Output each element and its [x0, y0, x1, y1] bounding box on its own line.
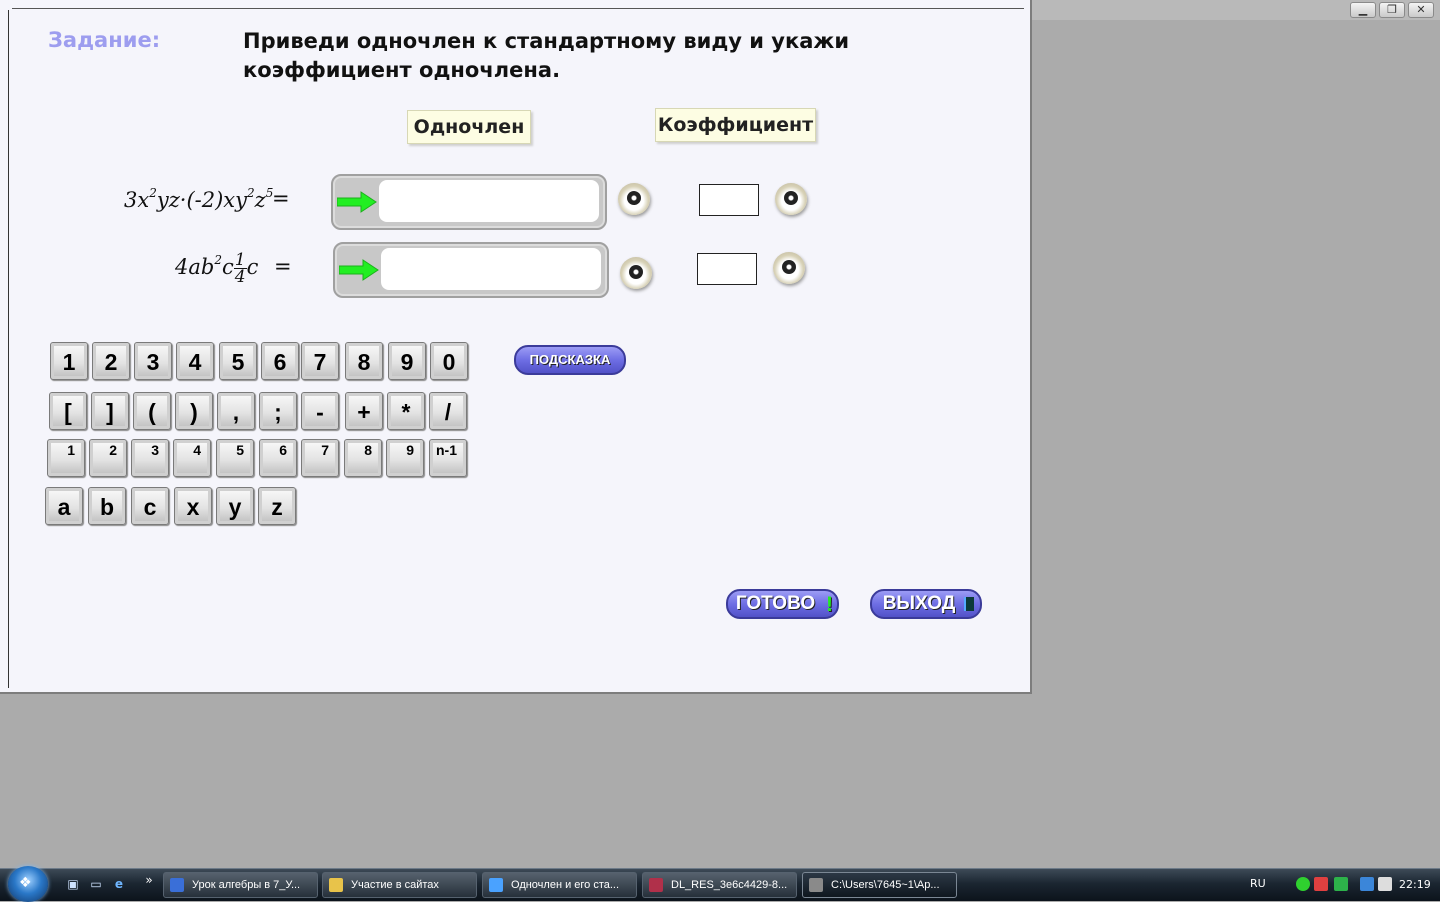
task-label: Задание:: [48, 28, 161, 52]
folder-icon: [329, 878, 343, 892]
taskbar-item-label: Участие в сайтах: [351, 879, 439, 891]
key-letter-6[interactable]: z: [258, 487, 296, 525]
key-power-7[interactable]: 7: [301, 439, 339, 477]
answer-field-frame-1: [331, 174, 607, 230]
taskbar-item-label: DL_RES_3e6c4429-8...: [671, 879, 788, 891]
monomial-header: Одночлен: [407, 110, 531, 144]
key-power-6[interactable]: 6: [259, 439, 297, 477]
check-eye-icon-1[interactable]: [618, 183, 650, 215]
coefficient-input-2[interactable]: [697, 253, 757, 285]
language-indicator[interactable]: RU: [1250, 877, 1266, 890]
key-power-10[interactable]: n-1: [429, 439, 467, 477]
coefficient-check-eye-icon-1[interactable]: [775, 183, 807, 215]
start-button[interactable]: ❖: [8, 866, 48, 902]
minimize-button[interactable]: ▁: [1350, 2, 1376, 18]
key-letter-2[interactable]: b: [88, 487, 126, 525]
key-letter-1[interactable]: a: [45, 487, 83, 525]
volume-icon[interactable]: [1378, 877, 1392, 891]
show-desktop-icon[interactable]: ▣: [65, 877, 81, 893]
key-power-1[interactable]: 1: [47, 439, 85, 477]
task-text: Приведи одночлен к стандартному виду и у…: [243, 29, 850, 82]
key-power-5[interactable]: 5: [216, 439, 254, 477]
key-digit-10[interactable]: 0: [430, 342, 468, 380]
key-symbol-2[interactable]: ]: [91, 392, 129, 430]
exercise-panel: Задание: Приведи одночлен к стандартному…: [0, 0, 1032, 694]
app-icon: [809, 878, 823, 892]
taskbar: ❖ ▣ ▭ e » Урок алгебры в 7_У... Участие в…: [0, 866, 1440, 902]
key-digit-3[interactable]: 3: [134, 342, 172, 380]
monomial-answer-input-2[interactable]: [381, 248, 601, 290]
key-power-8[interactable]: 8: [344, 439, 382, 477]
check-eye-icon-2[interactable]: [620, 257, 652, 289]
taskbar-item-2[interactable]: Участие в сайтах: [322, 872, 477, 898]
hint-button[interactable]: ПОДСКАЗКА: [514, 345, 626, 375]
coefficient-check-eye-icon-2[interactable]: [773, 252, 805, 284]
key-power-9[interactable]: 9: [386, 439, 424, 477]
exclamation-icon: !: [826, 593, 833, 616]
arrow-right-icon: [339, 259, 379, 281]
key-power-2[interactable]: 2: [89, 439, 127, 477]
ie-icon: [489, 878, 503, 892]
internet-explorer-icon[interactable]: e: [111, 877, 127, 893]
network-status-icon[interactable]: [1296, 877, 1310, 891]
expression-1: 3x2yz·(-2)xy2z5: [124, 186, 274, 212]
key-power-3[interactable]: 3: [131, 439, 169, 477]
key-digit-4[interactable]: 4: [176, 342, 214, 380]
expression-2: 4ab2c 1 4 c: [175, 250, 259, 287]
windows-logo-icon: ❖: [19, 875, 32, 891]
taskbar-item-5[interactable]: C:\Users\7645~1\Ap...: [802, 872, 957, 898]
key-digit-2[interactable]: 2: [92, 342, 130, 380]
coefficient-input-1[interactable]: [699, 184, 759, 216]
taskbar-item-3[interactable]: Одночлен и его ста...: [482, 872, 637, 898]
safe-remove-icon[interactable]: [1334, 877, 1348, 891]
key-symbol-9[interactable]: *: [387, 392, 425, 430]
key-letter-4[interactable]: x: [174, 487, 212, 525]
key-symbol-5[interactable]: ,: [217, 392, 255, 430]
key-digit-6[interactable]: 6: [261, 342, 299, 380]
word-icon: [170, 878, 184, 892]
key-symbol-6[interactable]: ;: [259, 392, 297, 430]
answer-field-frame-2: [333, 242, 609, 298]
key-digit-5[interactable]: 5: [219, 342, 257, 380]
done-button-label: ГОТОВО: [735, 593, 816, 614]
panel-border-left: [8, 10, 9, 688]
connection-icon[interactable]: [1360, 877, 1374, 891]
panel-border-top: [12, 8, 1024, 9]
archive-icon: [649, 878, 663, 892]
key-digit-7[interactable]: 7: [301, 342, 339, 380]
key-symbol-4[interactable]: ): [175, 392, 213, 430]
key-digit-8[interactable]: 8: [345, 342, 383, 380]
equals-sign-1: =: [272, 186, 290, 210]
switch-windows-icon[interactable]: ▭: [88, 877, 104, 893]
key-power-4[interactable]: 4: [173, 439, 211, 477]
close-button[interactable]: ✕: [1408, 2, 1434, 18]
key-digit-9[interactable]: 9: [388, 342, 426, 380]
door-icon: [964, 597, 974, 611]
key-symbol-8[interactable]: +: [345, 392, 383, 430]
taskbar-item-4[interactable]: DL_RES_3e6c4429-8...: [642, 872, 797, 898]
taskbar-item-1[interactable]: Урок алгебры в 7_У...: [163, 872, 318, 898]
key-digit-1[interactable]: 1: [50, 342, 88, 380]
exit-button[interactable]: ВЫХОД: [870, 589, 982, 619]
taskbar-item-label: C:\Users\7645~1\Ap...: [831, 879, 940, 891]
key-letter-3[interactable]: c: [131, 487, 169, 525]
coefficient-header: Коэффициент: [655, 108, 816, 142]
done-button[interactable]: ГОТОВО !: [726, 589, 839, 619]
key-letter-5[interactable]: y: [216, 487, 254, 525]
arrow-right-icon: [337, 191, 377, 213]
monomial-answer-input-1[interactable]: [379, 180, 599, 222]
clock[interactable]: 22:19: [1399, 878, 1431, 891]
chevron-right-icon[interactable]: »: [141, 873, 157, 889]
exit-button-label: ВЫХОД: [882, 593, 956, 614]
equals-sign-2: =: [274, 254, 292, 278]
key-symbol-7[interactable]: -: [301, 392, 339, 430]
key-symbol-10[interactable]: /: [429, 392, 467, 430]
taskbar-item-label: Урок алгебры в 7_У...: [192, 879, 301, 891]
taskbar-item-label: Одночлен и его ста...: [511, 879, 620, 891]
key-symbol-3[interactable]: (: [133, 392, 171, 430]
restore-button[interactable]: ❐: [1379, 2, 1405, 18]
key-symbol-1[interactable]: [: [49, 392, 87, 430]
security-alert-icon[interactable]: [1314, 877, 1328, 891]
